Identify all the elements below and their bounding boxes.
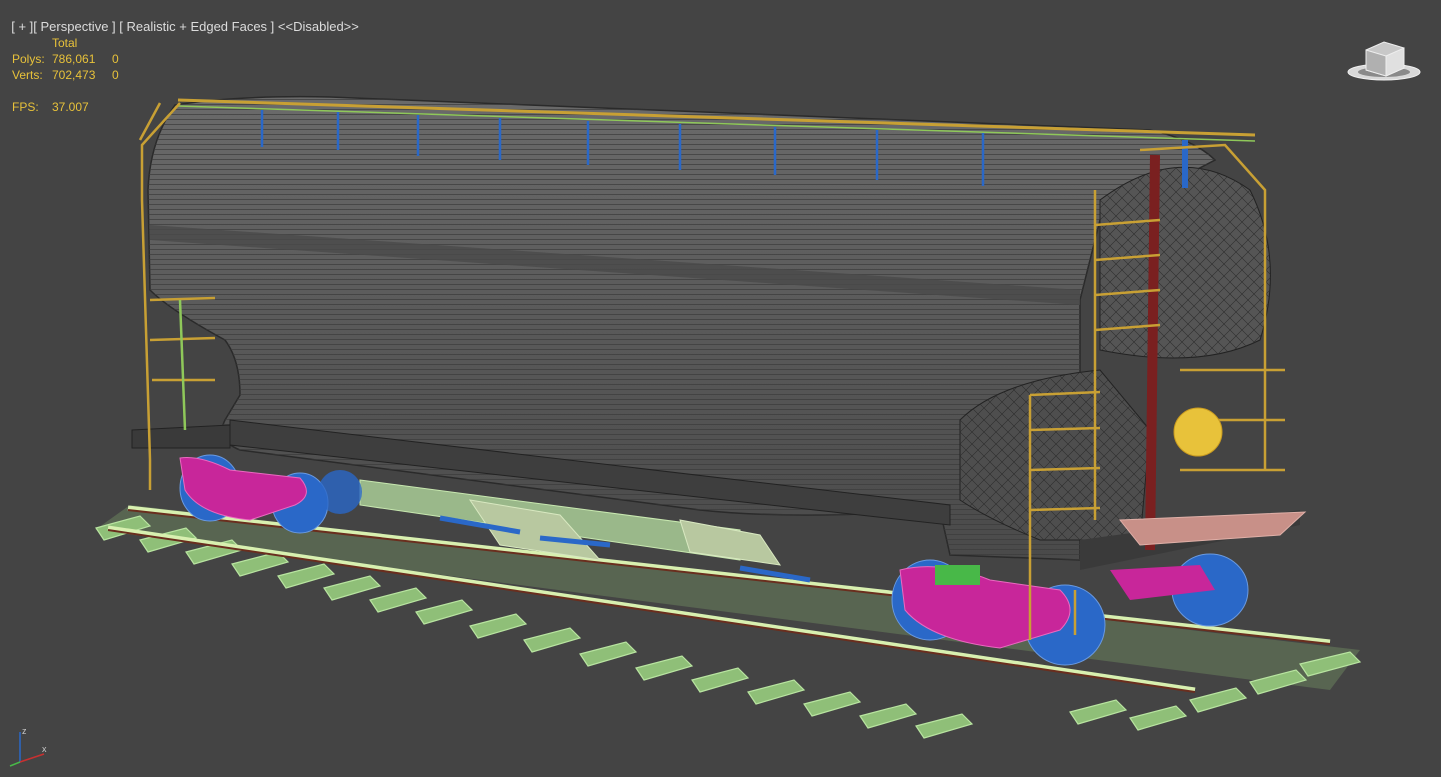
stats-polys-selected: 0	[112, 52, 119, 66]
stats-verts-total: 702,473	[52, 68, 96, 82]
stats-total-header: Total	[52, 36, 78, 50]
viewcube-icon[interactable]	[1346, 36, 1422, 84]
stats-polys-row: Polys: 786,061 0	[12, 51, 119, 67]
axis-z-label: z	[22, 726, 27, 736]
stats-polys-label: Polys:	[12, 52, 45, 66]
axis-gizmo: z x	[9, 726, 47, 767]
stats-fps-row: FPS: 37.007	[12, 99, 119, 115]
stats-verts-row: Verts: 702,473 0	[12, 67, 119, 83]
viewport-scene[interactable]	[0, 0, 1441, 777]
stats-polys-total: 786,061	[52, 52, 96, 66]
viewport-shading-menu[interactable]: [ Realistic + Edged Faces ]	[119, 19, 274, 34]
stats-fps-label: FPS:	[12, 100, 39, 114]
viewport-label-menus: [ + ][ Perspective ] [ Realistic + Edged…	[4, 4, 359, 34]
stats-fps-value: 37.007	[52, 100, 89, 114]
axis-x-label: x	[42, 744, 47, 754]
viewport-extra-menu[interactable]: <<Disabled>>	[278, 19, 359, 34]
viewport-view-menu[interactable]: [ Perspective ]	[33, 19, 115, 34]
viewport-statistics: Total Polys: 786,061 0 Verts: 702,473 0 FPS:…	[12, 35, 119, 115]
left-bogie	[179, 454, 362, 534]
viewport-plus-menu[interactable]: [ + ]	[11, 19, 33, 34]
stats-verts-selected: 0	[112, 68, 119, 82]
stats-verts-label: Verts:	[12, 68, 43, 82]
